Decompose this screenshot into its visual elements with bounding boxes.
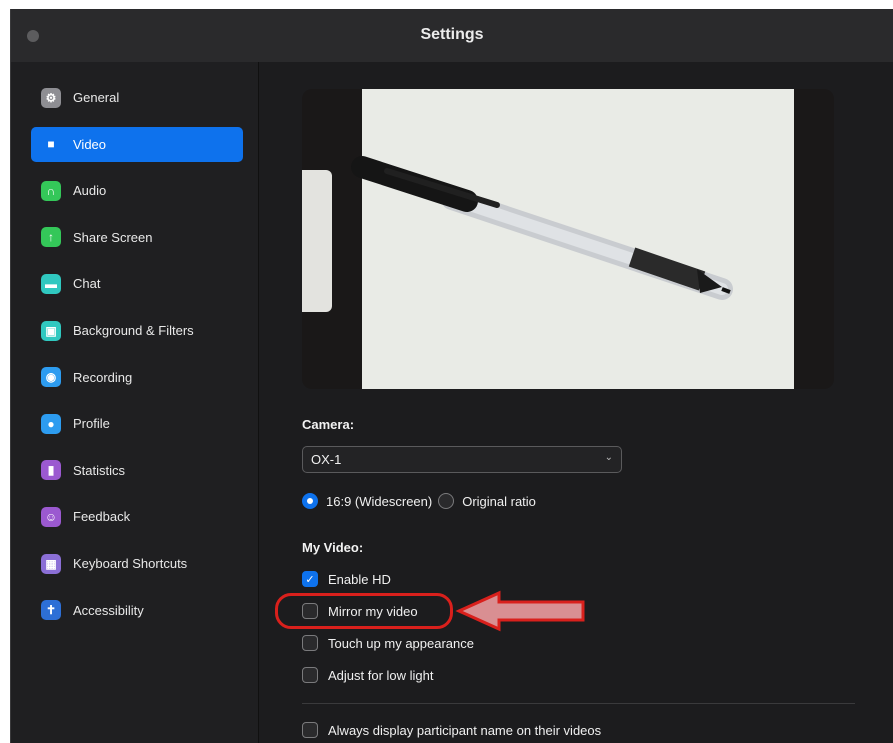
sidebar-item-label: Background & Filters (73, 323, 194, 338)
option-enable-hd-label: Enable HD (328, 571, 391, 587)
camera-select-value: OX-1 (311, 452, 342, 467)
option-touch-up[interactable]: Touch up my appearance (302, 635, 474, 651)
checkbox-low-light[interactable] (302, 667, 318, 683)
chat-bubble-icon: ▬ (41, 273, 61, 294)
headphones-icon: ∩ (41, 180, 61, 201)
sidebar-item-label: Keyboard Shortcuts (73, 556, 188, 571)
video-camera-icon: ■ (47, 137, 55, 152)
option-enable-hd[interactable]: ✓ Enable HD (302, 571, 391, 587)
radio-original-ratio[interactable] (438, 493, 455, 509)
video-settings-panel: Camera: OX-1 ⌄ 16:9 (Widescreen) Origina… (259, 62, 893, 743)
sidebar-item-video[interactable]: ■ Video (31, 126, 243, 162)
title-bar: Settings (11, 9, 893, 63)
sidebar-item-label: Statistics (73, 462, 126, 478)
camera-select[interactable]: OX-1 ⌄ (302, 446, 622, 473)
sidebar-item-keyboard-shortcuts[interactable]: ▦ Keyboard Shortcuts (31, 546, 243, 581)
checkbox-touch-up[interactable] (302, 635, 318, 651)
sidebar-item-feedback[interactable]: ☺ Feedback (31, 499, 243, 534)
checkbox-always-display-name[interactable] (302, 722, 318, 738)
sidebar-item-label: Feedback (73, 509, 131, 525)
aspect-ratio-group: 16:9 (Widescreen) Original ratio (302, 493, 536, 509)
annotation-arrow-icon (455, 590, 585, 632)
checkbox-enable-hd[interactable]: ✓ (302, 571, 318, 587)
sidebar-item-label: Share Screen (73, 229, 153, 245)
settings-window: Settings ⚙ General ■ Video ∩ Audio ↑ Share Scre… (10, 9, 893, 743)
sidebar-item-label: Profile (73, 416, 110, 432)
chevron-down-icon: ⌄ (604, 452, 613, 463)
my-video-label: My Video: (302, 540, 364, 555)
section-divider (302, 703, 855, 704)
person-portrait-icon: ▣ (41, 320, 61, 341)
sidebar-item-background-and-filters[interactable]: ▣ Background & Filters (31, 313, 243, 348)
option-touch-up-label: Touch up my appearance (328, 635, 474, 651)
keyboard-icon: ▦ (41, 553, 61, 574)
annotation-highlight-circle (275, 593, 453, 629)
pen-image (351, 156, 733, 300)
sidebar-item-profile[interactable]: ● Profile (31, 406, 243, 441)
sidebar-item-chat[interactable]: ▬ Chat (31, 266, 243, 301)
radio-widescreen[interactable] (302, 493, 318, 509)
option-always-display-name-label: Always display participant name on their… (328, 722, 602, 738)
user-icon: ● (41, 413, 61, 434)
sidebar-item-label: Audio (73, 183, 107, 199)
settings-sidebar: ⚙ General ■ Video ∩ Audio ↑ Share Screen ▬ Chat ▣ B… (11, 62, 259, 743)
video-preview (302, 89, 834, 389)
share-screen-icon: ↑ (41, 227, 61, 248)
sidebar-item-label: General (73, 90, 120, 105)
sidebar-item-share-screen[interactable]: ↑ Share Screen (31, 220, 243, 255)
sidebar-item-label: Video (73, 136, 107, 152)
sidebar-item-label: Chat (73, 276, 101, 292)
smiley-icon: ☺ (41, 506, 61, 527)
sidebar-item-label: Recording (73, 369, 133, 385)
sidebar-item-accessibility[interactable]: ✝ Accessibility (31, 593, 243, 628)
sidebar-item-statistics[interactable]: ▮ Statistics (31, 453, 243, 488)
camera-label: Camera: (302, 417, 355, 432)
radio-original-ratio-label: Original ratio (462, 493, 536, 509)
accessibility-icon: ✝ (41, 600, 61, 621)
bar-chart-icon: ▮ (41, 460, 61, 481)
sidebar-item-audio[interactable]: ∩ Audio (31, 173, 243, 208)
option-always-display-name[interactable]: Always display participant name on their… (302, 722, 601, 738)
record-icon: ◉ (41, 367, 61, 388)
option-low-light[interactable]: Adjust for low light (302, 667, 434, 683)
option-low-light-label: Adjust for low light (328, 667, 434, 683)
sidebar-item-general[interactable]: ⚙ General (31, 80, 243, 115)
gear-icon: ⚙ (41, 87, 61, 108)
radio-widescreen-label: 16:9 (Widescreen) (326, 493, 433, 509)
sidebar-item-label: Accessibility (73, 602, 144, 618)
sidebar-item-recording[interactable]: ◉ Recording (31, 360, 243, 395)
window-title: Settings (420, 26, 484, 43)
